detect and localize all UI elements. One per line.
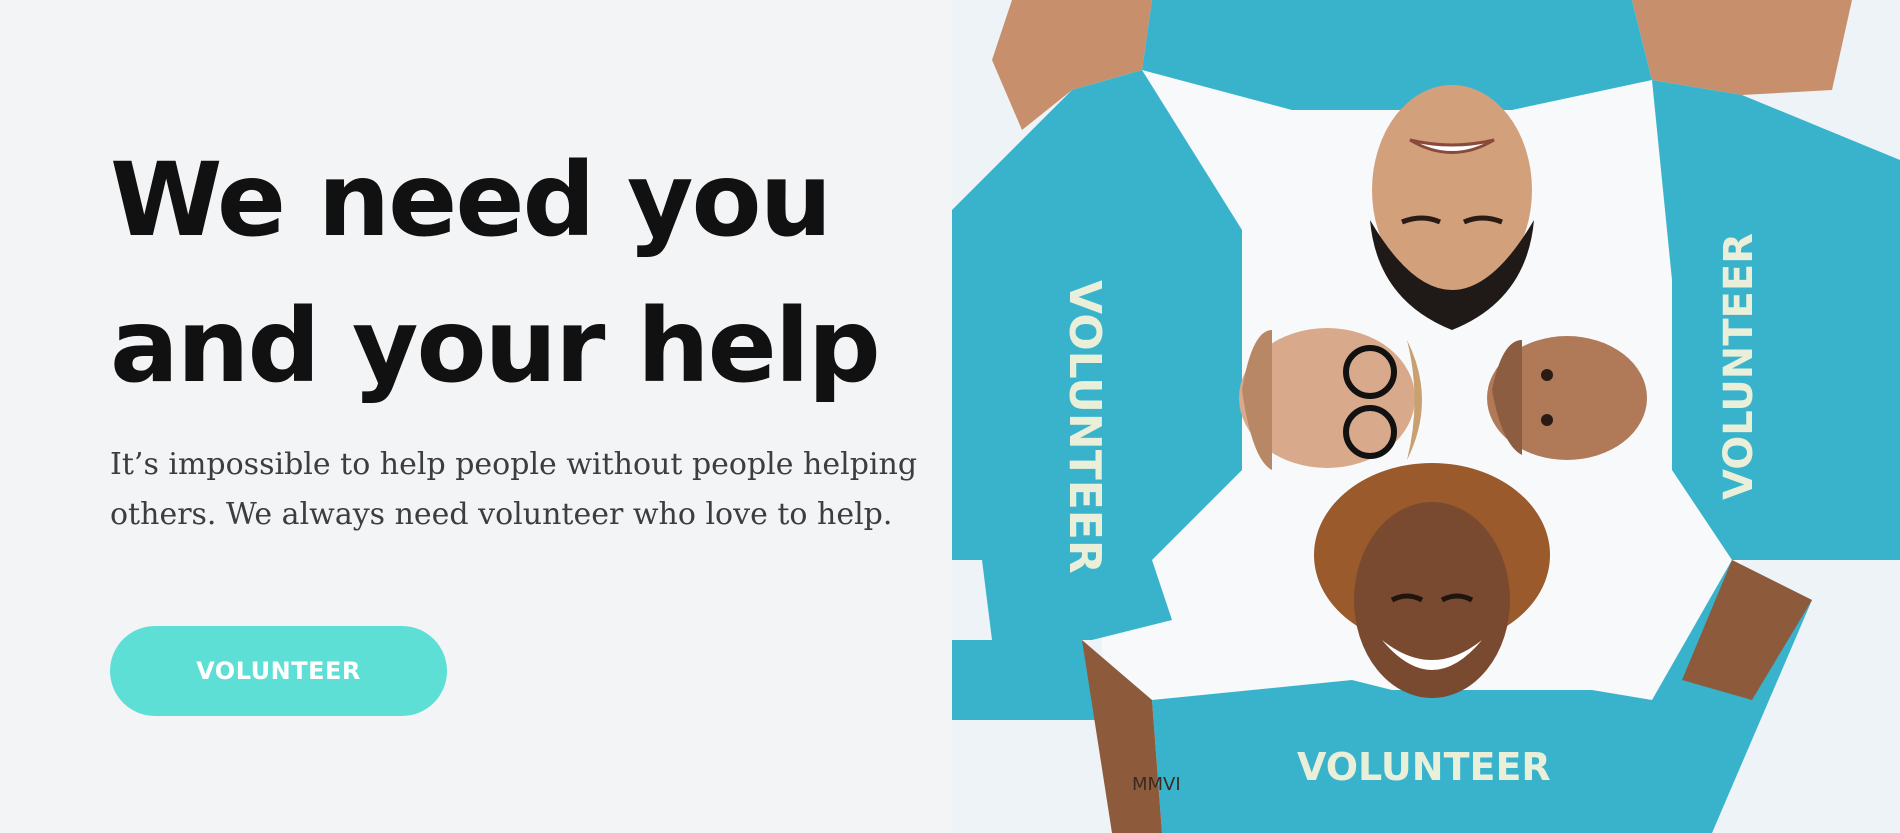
hero-description: It’s impossible to help people without p… [110, 440, 930, 540]
hero-headline-line-1: We need you [110, 141, 832, 260]
right-shirt-text: VOLUNTEER [1716, 233, 1762, 500]
volunteer-button[interactable]: VOLUNTEER [110, 626, 447, 716]
hero-headline-line-2: and your help [110, 287, 881, 406]
bottom-shirt-text: VOLUNTEER [1297, 745, 1551, 789]
hero-text-panel: We need you and your help It’s impossibl… [0, 0, 952, 833]
left-shirt-text: VOLUNTEER [1059, 280, 1110, 574]
hero-description-line-2: others. We always need volunteer who lov… [110, 497, 893, 532]
hero-headline: We need you and your help [110, 128, 930, 420]
arm-tattoo-text: MMVI [1132, 774, 1181, 795]
hero-description-line-1: It’s impossible to help people without p… [110, 447, 918, 482]
volunteers-photo: VOLUNTEER VOLUNTEER VOLUNTEER MMVI [952, 0, 1900, 833]
